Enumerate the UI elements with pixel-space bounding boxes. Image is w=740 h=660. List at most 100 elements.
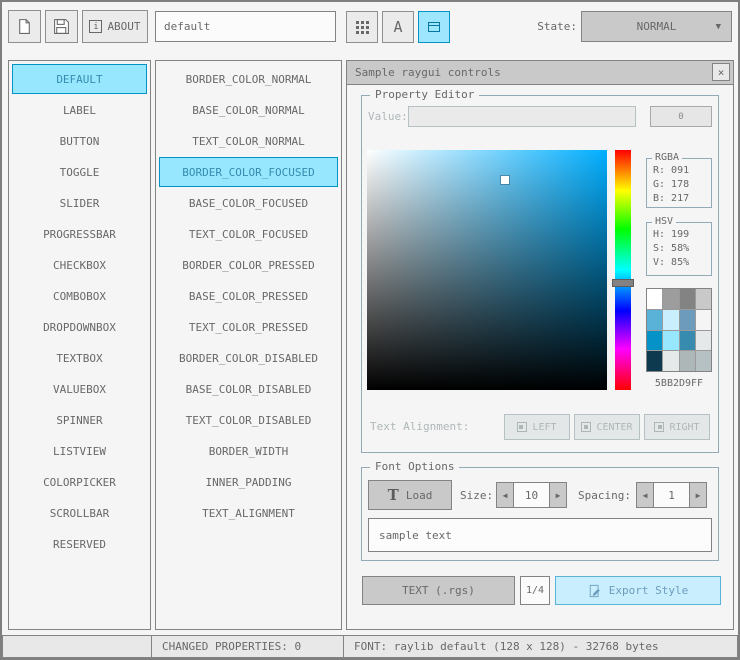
controls-list-item[interactable]: TOGGLE xyxy=(12,157,147,187)
save-icon xyxy=(54,19,69,34)
properties-list-item[interactable]: BASE_COLOR_FOCUSED xyxy=(159,188,338,218)
sample-controls-window: Sample raygui controls × Property Editor… xyxy=(346,60,734,630)
font-size-decrease-button[interactable]: ◀ xyxy=(496,482,514,508)
properties-list-item[interactable]: TEXT_COLOR_NORMAL xyxy=(159,126,338,156)
palette-color-cell[interactable] xyxy=(695,330,711,351)
close-window-button[interactable]: × xyxy=(712,63,730,81)
save-style-button[interactable] xyxy=(45,10,78,43)
controls-list-item[interactable]: BUTTON xyxy=(12,126,147,156)
properties-list-item[interactable]: BORDER_COLOR_PRESSED xyxy=(159,250,338,280)
rgba-b-value: B: 217 xyxy=(653,193,690,204)
color-picker-cursor[interactable] xyxy=(501,176,509,184)
hsv-v-value: V: 85% xyxy=(653,257,690,268)
new-style-button[interactable] xyxy=(8,10,41,43)
hsv-readout: HSV H: 199 S: 58% V: 85% xyxy=(646,216,712,276)
state-label: State: xyxy=(537,20,577,33)
palette-color-cell[interactable] xyxy=(647,330,663,351)
palette-color-cell[interactable] xyxy=(647,289,663,309)
controls-list-item[interactable]: COMBOBOX xyxy=(12,281,147,311)
window-titlebar: Sample raygui controls xyxy=(347,61,733,85)
rgba-label: RGBA xyxy=(652,152,683,163)
arrow-left-icon: ◀ xyxy=(642,490,648,500)
properties-list-item[interactable]: TEXT_COLOR_PRESSED xyxy=(159,312,338,342)
align-right-button[interactable]: RIGHT xyxy=(644,414,710,440)
palette-color-cell[interactable] xyxy=(695,309,711,330)
align-center-button[interactable]: CENTER xyxy=(574,414,640,440)
controls-list-item[interactable]: VALUEBOX xyxy=(12,374,147,404)
properties-list-item[interactable]: BASE_COLOR_DISABLED xyxy=(159,374,338,404)
controls-list-item[interactable]: LABEL xyxy=(12,95,147,125)
properties-list-item[interactable]: BASE_COLOR_NORMAL xyxy=(159,95,338,125)
properties-list-item[interactable]: BASE_COLOR_PRESSED xyxy=(159,281,338,311)
font-spacing-label: Spacing: xyxy=(578,489,631,502)
status-bar: CHANGED PROPERTIES: 0 FONT: raylib defau… xyxy=(2,635,738,658)
controls-list-item[interactable]: PROGRESSBAR xyxy=(12,219,147,249)
controls-list-item[interactable]: SPINNER xyxy=(12,405,147,435)
about-button[interactable]: i ABOUT xyxy=(82,10,148,43)
controls-list-item[interactable]: TEXTBOX xyxy=(12,343,147,373)
palette-color-cell[interactable] xyxy=(695,351,711,371)
properties-list-item[interactable]: BORDER_COLOR_DISABLED xyxy=(159,343,338,373)
palette-color-cell[interactable] xyxy=(695,289,711,309)
properties-list-item[interactable]: BORDER_COLOR_FOCUSED xyxy=(159,157,338,187)
export-style-button[interactable]: Export Style xyxy=(555,576,721,605)
font-view-button[interactable]: A xyxy=(382,11,414,43)
align-left-button[interactable]: LEFT xyxy=(504,414,570,440)
properties-list-item[interactable]: TEXT_COLOR_DISABLED xyxy=(159,405,338,435)
font-size-value[interactable]: 10 xyxy=(513,482,550,508)
controls-list-item[interactable]: SCROLLBAR xyxy=(12,498,147,528)
hue-slider-handle[interactable] xyxy=(612,279,634,287)
status-section-empty xyxy=(2,635,152,658)
changed-properties-text: CHANGED PROPERTIES: 0 xyxy=(162,640,302,653)
controls-list-item[interactable]: COLORPICKER xyxy=(12,467,147,497)
sample-text-input[interactable]: sample text xyxy=(368,518,712,552)
font-info-text: FONT: raylib default (128 x 128) - 32768… xyxy=(354,640,659,653)
font-size-increase-button[interactable]: ▶ xyxy=(549,482,567,508)
controls-list-item[interactable]: CHECKBOX xyxy=(12,250,147,280)
grid-view-button[interactable] xyxy=(346,11,378,43)
controls-list-item[interactable]: DEFAULT xyxy=(12,64,147,94)
palette-color-cell[interactable] xyxy=(663,330,679,351)
arrow-right-icon: ▶ xyxy=(695,490,701,500)
properties-list-item[interactable]: TEXT_ALIGNMENT xyxy=(159,498,338,528)
palette-color-cell[interactable] xyxy=(679,351,695,371)
properties-list-item[interactable]: TEXT_COLOR_FOCUSED xyxy=(159,219,338,249)
palette-color-cell[interactable] xyxy=(663,351,679,371)
properties-list: BORDER_COLOR_NORMAL BASE_COLOR_NORMAL TEXT… xyxy=(155,60,342,630)
palette-color-cell[interactable] xyxy=(663,309,679,330)
palette-color-cell[interactable] xyxy=(679,309,695,330)
value-button[interactable]: 0 xyxy=(650,106,712,127)
controls-list-item[interactable]: DROPDOWNBOX xyxy=(12,312,147,342)
export-format-button[interactable]: TEXT (.rgs) xyxy=(362,576,515,605)
state-dropdown[interactable]: NORMAL ▼ xyxy=(581,11,732,42)
align-left-label: LEFT xyxy=(532,421,557,433)
palette-color-cell[interactable] xyxy=(679,289,695,309)
export-style-label: Export Style xyxy=(608,584,689,597)
properties-list-item[interactable]: BORDER_WIDTH xyxy=(159,436,338,466)
hue-bar[interactable] xyxy=(612,150,634,390)
hsv-label: HSV xyxy=(652,216,677,227)
palette-color-cell[interactable] xyxy=(647,351,663,371)
font-spacing-value[interactable]: 1 xyxy=(653,482,690,508)
align-center-icon xyxy=(581,422,592,432)
palette-color-cell[interactable] xyxy=(663,289,679,309)
style-name-input[interactable] xyxy=(155,11,336,42)
palette-color-cell[interactable] xyxy=(647,309,663,330)
controls-list-item[interactable]: SLIDER xyxy=(12,188,147,218)
chevron-down-icon: ▼ xyxy=(715,21,721,32)
export-ratio-button[interactable]: 1/4 xyxy=(520,576,550,605)
controls-list-item[interactable]: RESERVED xyxy=(12,529,147,559)
properties-list-item[interactable]: INNER_PADDING xyxy=(159,467,338,497)
font-spacing-increase-button[interactable]: ▶ xyxy=(689,482,707,508)
palette-color-cell[interactable] xyxy=(679,330,695,351)
style-editor-button[interactable] xyxy=(418,11,450,43)
font-spacing-decrease-button[interactable]: ◀ xyxy=(636,482,654,508)
arrow-left-icon: ◀ xyxy=(502,490,508,500)
font-size-label: Size: xyxy=(460,489,494,502)
color-saturation-value-picker[interactable] xyxy=(367,150,607,390)
align-right-label: RIGHT xyxy=(669,421,700,433)
load-font-button[interactable]: T Load xyxy=(368,480,452,510)
controls-list-item[interactable]: LISTVIEW xyxy=(12,436,147,466)
status-changed-properties: CHANGED PROPERTIES: 0 xyxy=(151,635,344,658)
properties-list-item[interactable]: BORDER_COLOR_NORMAL xyxy=(159,64,338,94)
